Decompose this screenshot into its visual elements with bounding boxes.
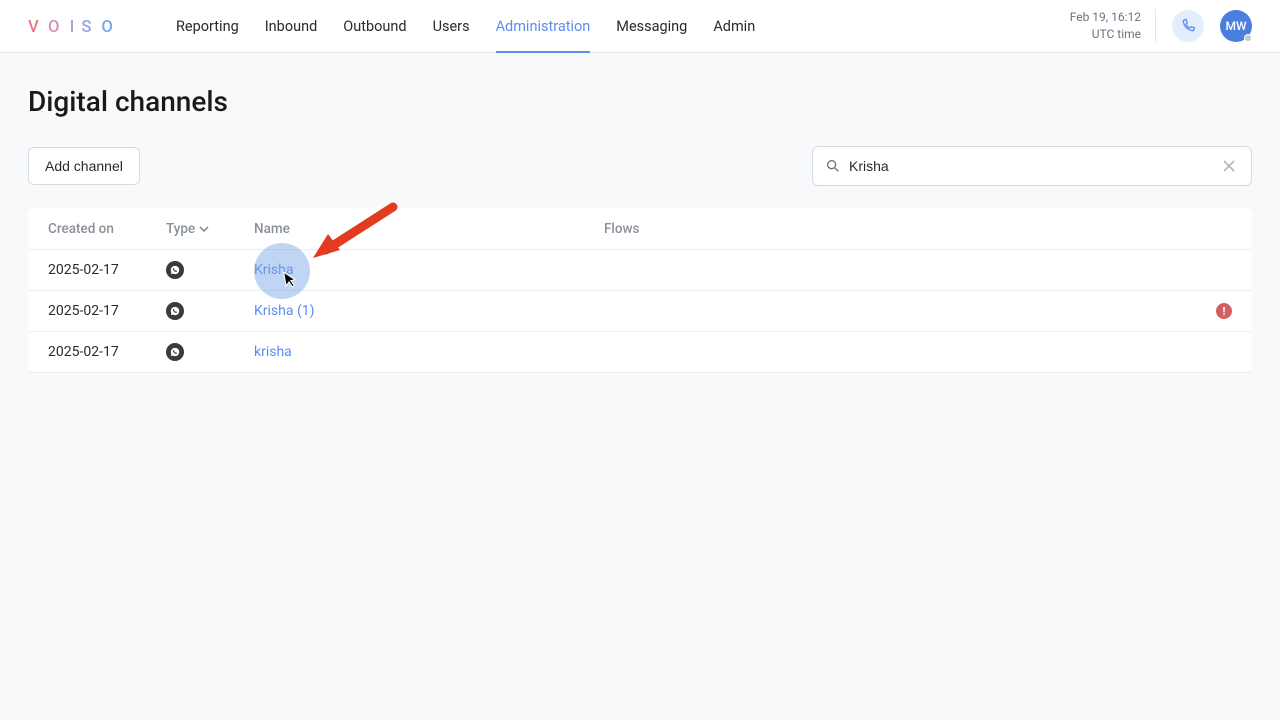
nav-users[interactable]: Users [433, 0, 470, 52]
channel-link[interactable]: krisha [254, 344, 292, 360]
cell-type [166, 343, 254, 361]
svg-text:V: V [28, 18, 45, 36]
svg-text:I: I [70, 18, 81, 36]
nav-outbound[interactable]: Outbound [343, 0, 406, 52]
search-icon [825, 158, 841, 174]
add-channel-button[interactable]: Add channel [28, 147, 140, 185]
search-input[interactable] [849, 158, 1211, 174]
nav-reporting[interactable]: Reporting [176, 0, 239, 52]
cell-type [166, 261, 254, 279]
cell-name: krisha [254, 344, 604, 360]
cell-created: 2025-02-17 [48, 262, 166, 278]
svg-text:S: S [81, 18, 97, 36]
search-box[interactable] [812, 146, 1252, 186]
topbar: V O I S O Reporting Inbound Outbound Use… [0, 0, 1280, 53]
channel-link[interactable]: Krisha [254, 262, 293, 278]
cell-type [166, 302, 254, 320]
nav-messaging[interactable]: Messaging [616, 0, 687, 52]
table-row: 2025-02-17 krisha [28, 332, 1252, 373]
svg-text:O: O [48, 18, 65, 36]
whatsapp-icon [166, 302, 184, 320]
chevron-down-icon [199, 224, 209, 234]
clear-search-button[interactable] [1219, 153, 1239, 180]
status-dot-icon [1244, 34, 1252, 42]
avatar[interactable]: MW [1220, 10, 1252, 42]
cell-name: Krisha (1) [254, 303, 604, 319]
th-name[interactable]: Name [254, 221, 604, 237]
cell-status: ! [1192, 303, 1232, 319]
whatsapp-icon [166, 261, 184, 279]
time-line2: UTC time [1070, 26, 1141, 43]
time-line1: Feb 19, 16:12 [1070, 9, 1141, 26]
table-row: 2025-02-17 Krisha [28, 250, 1252, 291]
th-created[interactable]: Created on [48, 221, 166, 237]
cell-name: Krisha [254, 262, 604, 278]
cell-created: 2025-02-17 [48, 303, 166, 319]
content: Digital channels Add channel Created on … [0, 53, 1280, 405]
table-header: Created on Type Name Flows [28, 208, 1252, 250]
nav-inbound[interactable]: Inbound [265, 0, 318, 52]
alert-icon[interactable]: ! [1216, 303, 1232, 319]
phone-button[interactable] [1172, 10, 1204, 42]
page-title: Digital channels [28, 85, 1252, 118]
th-flows[interactable]: Flows [604, 221, 1192, 237]
whatsapp-icon [166, 343, 184, 361]
topbar-right: Feb 19, 16:12 UTC time MW [1070, 9, 1252, 43]
cell-created: 2025-02-17 [48, 344, 166, 360]
table-row: 2025-02-17 Krisha (1) ! [28, 291, 1252, 332]
phone-icon [1180, 18, 1196, 34]
close-icon [1223, 160, 1235, 172]
actions-row: Add channel [28, 146, 1252, 186]
th-type[interactable]: Type [166, 221, 254, 237]
nav-admin[interactable]: Admin [713, 0, 755, 52]
avatar-initials: MW [1225, 19, 1246, 33]
nav-administration[interactable]: Administration [496, 0, 591, 52]
logo[interactable]: V O I S O [28, 16, 128, 36]
svg-text:O: O [101, 18, 118, 36]
channels-table: Created on Type Name Flows 2025-02-17 Kr… [28, 208, 1252, 373]
th-type-label: Type [166, 221, 195, 237]
time-display: Feb 19, 16:12 UTC time [1070, 9, 1156, 43]
main-nav: Reporting Inbound Outbound Users Adminis… [176, 0, 755, 52]
channel-link[interactable]: Krisha (1) [254, 303, 315, 319]
